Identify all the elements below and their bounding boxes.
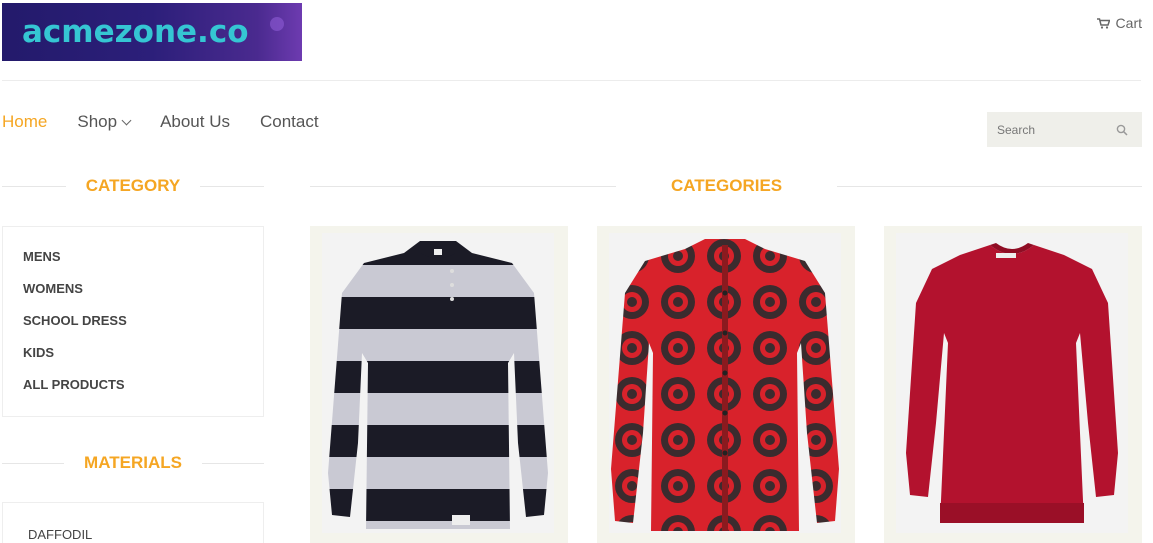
nav-home[interactable]: Home: [2, 112, 47, 132]
nav-about-label: About Us: [160, 112, 230, 131]
red-cardigan-illustration: [609, 233, 841, 533]
product-image-red-cardigan[interactable]: [609, 233, 841, 533]
search-icon[interactable]: [1116, 124, 1128, 136]
material-item-daffodil[interactable]: DAFFODIL: [28, 523, 263, 543]
heading-line: [2, 462, 65, 464]
category-item-womens[interactable]: WOMENS: [23, 277, 263, 309]
site-logo[interactable]: acmezone.co: [2, 3, 302, 61]
product-card[interactable]: [884, 226, 1142, 543]
nav-contact[interactable]: Contact: [260, 112, 319, 132]
nav-shop[interactable]: Shop: [77, 112, 132, 132]
product-image-red-sweater-dress[interactable]: [896, 233, 1128, 533]
red-sweater-dress-illustration: [896, 233, 1128, 533]
heading-line: [837, 185, 1142, 187]
product-image-striped-sweater[interactable]: [322, 233, 554, 533]
nav-home-label: Home: [2, 112, 48, 131]
product-card[interactable]: [310, 226, 568, 543]
heading-line: [2, 185, 66, 187]
nav-shop-label: Shop: [77, 112, 118, 131]
categories-title: CATEGORIES: [671, 176, 783, 195]
materials-list: DAFFODIL: [2, 502, 264, 543]
cart-link[interactable]: Cart: [1096, 15, 1142, 31]
category-item-mens[interactable]: MENS: [23, 245, 263, 277]
category-item-school-dress[interactable]: SCHOOL DRESS: [23, 309, 263, 341]
heading-line: [201, 462, 264, 464]
nav-about-us[interactable]: About Us: [160, 112, 230, 132]
heading-line: [200, 185, 265, 187]
search-input[interactable]: [997, 122, 1107, 137]
main-nav: Home Shop About Us Contact: [2, 112, 349, 132]
product-card[interactable]: [597, 226, 855, 543]
category-title: CATEGORY: [85, 176, 181, 195]
logo-text: acmezone.co: [22, 14, 249, 50]
search-box: [987, 112, 1142, 147]
striped-sweater-illustration: [322, 233, 554, 533]
materials-title: MATERIALS: [84, 453, 182, 472]
heading-line: [310, 185, 616, 187]
materials-heading: MATERIALS: [2, 453, 264, 473]
cart-label: Cart: [1115, 15, 1142, 31]
nav-contact-label: Contact: [260, 112, 319, 131]
categories-heading: CATEGORIES: [310, 176, 1142, 196]
header-divider: [2, 80, 1141, 81]
category-heading: CATEGORY: [2, 176, 265, 196]
cart-icon: [1096, 17, 1110, 29]
category-list: MENS WOMENS SCHOOL DRESS KIDS ALL PRODUC…: [2, 226, 264, 417]
category-item-all-products[interactable]: ALL PRODUCTS: [23, 373, 263, 405]
category-item-kids[interactable]: KIDS: [23, 341, 263, 373]
chevron-down-icon: [121, 115, 132, 125]
